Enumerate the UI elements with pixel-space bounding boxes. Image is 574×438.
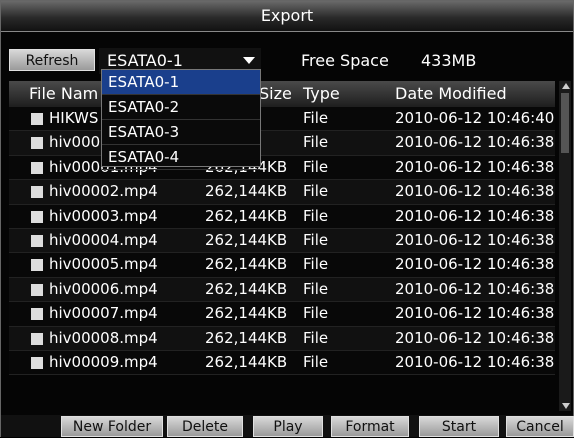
cell-type: File bbox=[303, 206, 329, 225]
table-row[interactable]: hiv00002.mp4 262,144KB File 2010-06-12 10:4… bbox=[9, 180, 555, 205]
cell-size: 262,144KB bbox=[205, 352, 288, 371]
dropdown-option[interactable]: ESATA0-2 bbox=[102, 95, 260, 120]
file-icon bbox=[31, 283, 43, 296]
cell-name: hiv000 bbox=[49, 133, 101, 152]
file-icon bbox=[31, 259, 43, 272]
play-button[interactable]: Play bbox=[253, 416, 323, 437]
cell-size: 262,144KB bbox=[205, 230, 288, 249]
cell-size: 262,144KB bbox=[205, 182, 288, 201]
cell-type: File bbox=[303, 328, 329, 347]
table-body: HIKWS1KBFile2010-06-12 10:46:40hiv0004KB… bbox=[9, 107, 555, 376]
cancel-button[interactable]: Cancel bbox=[506, 416, 574, 437]
cell-date: 2010-06-12 10:46:40 bbox=[395, 109, 555, 127]
cell-name: hiv00006.mp4 bbox=[49, 279, 158, 298]
scroll-down-icon[interactable] bbox=[562, 403, 570, 409]
file-icon bbox=[31, 234, 43, 247]
cell-type: File bbox=[303, 109, 329, 127]
cell-size: 262,144KB bbox=[205, 328, 288, 347]
cell-type: File bbox=[303, 182, 329, 201]
device-select-value: ESATA0-1 bbox=[107, 51, 183, 70]
cell-date: 2010-06-12 10:46:38 bbox=[395, 352, 555, 371]
header-date[interactable]: Date Modified bbox=[395, 84, 507, 103]
start-button[interactable]: Start bbox=[419, 416, 499, 437]
dropdown-option[interactable]: ESATA0-1 bbox=[102, 70, 260, 95]
cell-type: File bbox=[303, 352, 329, 371]
cell-date: 2010-06-12 10:46:38 bbox=[395, 230, 555, 249]
cell-date: 2010-06-12 10:46:38 bbox=[395, 279, 555, 298]
cell-size: 262,144KB bbox=[205, 279, 288, 298]
export-window: Export Refresh ESATA0-1 Free Space 433MB… bbox=[0, 0, 574, 437]
file-icon bbox=[31, 113, 43, 125]
cell-size: 262,144KB bbox=[205, 255, 288, 274]
table-row[interactable]: hiv00009.mp4 262,144KB File 2010-06-12 10:4… bbox=[9, 350, 555, 376]
cell-date: 2010-06-12 10:46:38 bbox=[395, 206, 555, 225]
scrollbar[interactable] bbox=[559, 81, 571, 411]
dropdown-option[interactable]: ESATA0-3 bbox=[102, 120, 260, 145]
table-row[interactable]: HIKWS1KBFile2010-06-12 10:46:40 bbox=[9, 107, 555, 132]
cell-type: File bbox=[303, 255, 329, 274]
file-icon bbox=[31, 356, 43, 369]
cell-name: hiv00003.mp4 bbox=[49, 206, 158, 225]
file-icon bbox=[31, 137, 43, 150]
table-row[interactable]: hiv00008.mp4 262,144KB File 2010-06-12 10:4… bbox=[9, 326, 555, 351]
table-row[interactable]: hiv0004KBFile2010-06-12 10:46:38 bbox=[9, 131, 555, 156]
button-bar: New Folder Delete Play Format Start Canc… bbox=[1, 415, 574, 437]
toolbar: Refresh ESATA0-1 Free Space 433MB bbox=[1, 41, 573, 75]
scroll-up-icon[interactable] bbox=[562, 83, 570, 89]
cell-name: hiv00005.mp4 bbox=[49, 255, 158, 274]
format-button[interactable]: Format bbox=[331, 416, 409, 437]
table-row[interactable]: hiv00005.mp4 262,144KB File 2010-06-12 10:4… bbox=[9, 253, 555, 278]
table-row[interactable]: hiv00001.mp4262,144KBFile2010-06-12 10:4… bbox=[9, 155, 555, 181]
file-icon bbox=[31, 210, 43, 223]
cell-date: 2010-06-12 10:46:38 bbox=[395, 157, 555, 176]
header-size[interactable]: Size bbox=[259, 84, 292, 103]
refresh-button[interactable]: Refresh bbox=[9, 49, 95, 71]
cell-name: hiv00008.mp4 bbox=[49, 328, 158, 347]
cell-date: 2010-06-12 10:46:38 bbox=[395, 133, 555, 152]
cell-date: 2010-06-12 10:46:38 bbox=[395, 328, 555, 347]
file-icon bbox=[31, 332, 43, 345]
free-space-label: Free Space bbox=[301, 51, 389, 70]
cell-date: 2010-06-12 10:46:38 bbox=[395, 304, 555, 323]
table-row[interactable]: hiv00003.mp4 262,144KB File 2010-06-12 10:4… bbox=[9, 204, 555, 229]
cell-name: hiv00007.mp4 bbox=[49, 304, 158, 323]
window-title: Export bbox=[1, 1, 573, 32]
cell-date: 2010-06-12 10:46:38 bbox=[395, 255, 555, 274]
cell-size: 262,144KB bbox=[205, 206, 288, 225]
table-row[interactable]: hiv00004.mp4 262,144KB File 2010-06-12 10:4… bbox=[9, 228, 555, 254]
dropdown-option[interactable]: ESATA0-4 bbox=[102, 145, 260, 170]
table-row[interactable]: hiv00007.mp4 262,144KB File 2010-06-12 10:4… bbox=[9, 302, 555, 327]
cell-name: hiv00004.mp4 bbox=[49, 230, 158, 249]
cell-size: 262,144KB bbox=[205, 304, 288, 323]
delete-button[interactable]: Delete bbox=[167, 416, 243, 437]
file-table: File Nam Size Type Date Modified HIKWS1K… bbox=[9, 81, 555, 411]
file-icon bbox=[31, 308, 43, 321]
device-dropdown-list: ESATA0-1 ESATA0-2 ESATA0-3 ESATA0-4 bbox=[101, 69, 261, 170]
new-folder-button[interactable]: New Folder bbox=[61, 416, 163, 437]
scroll-thumb[interactable] bbox=[561, 93, 569, 153]
table-row[interactable]: hiv00006.mp4 262,144KB File 2010-06-12 10:4… bbox=[9, 277, 555, 303]
chevron-down-icon[interactable] bbox=[243, 57, 255, 64]
cell-type: File bbox=[303, 279, 329, 298]
free-space-value: 433MB bbox=[421, 51, 477, 70]
cell-date: 2010-06-12 10:46:38 bbox=[395, 182, 555, 201]
header-name[interactable]: File Nam bbox=[29, 84, 98, 103]
cell-type: File bbox=[303, 157, 329, 176]
file-icon bbox=[31, 186, 43, 199]
cell-name: hiv00002.mp4 bbox=[49, 182, 158, 201]
cell-type: File bbox=[303, 230, 329, 249]
cell-name: HIKWS bbox=[49, 109, 99, 127]
cell-type: File bbox=[303, 304, 329, 323]
cell-type: File bbox=[303, 133, 329, 152]
header-type[interactable]: Type bbox=[303, 84, 340, 103]
table-header: File Nam Size Type Date Modified bbox=[9, 81, 555, 108]
file-icon bbox=[31, 161, 43, 174]
cell-name: hiv00009.mp4 bbox=[49, 352, 158, 371]
